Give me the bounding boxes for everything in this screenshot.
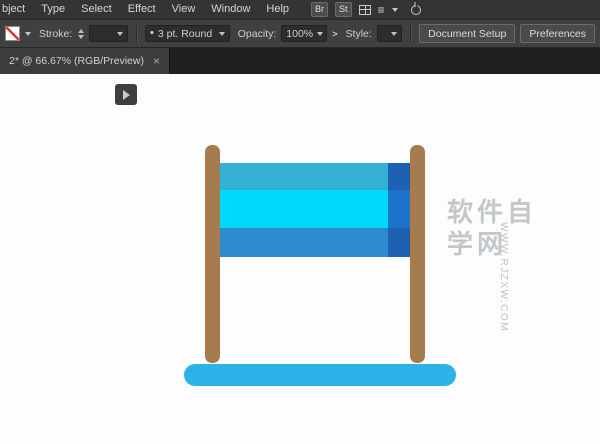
- menu-item-object[interactable]: bject: [0, 0, 33, 19]
- banner-band-top[interactable]: [220, 163, 410, 190]
- menu-item-view[interactable]: View: [164, 0, 204, 19]
- stroke-label: Stroke:: [39, 28, 72, 40]
- brush-definition-dropdown[interactable]: • 3 pt. Round: [145, 25, 230, 42]
- menu-item-help[interactable]: Help: [258, 0, 297, 19]
- banner-band-bottom[interactable]: [220, 228, 410, 257]
- shadow-band-top: [388, 163, 410, 190]
- document-tab-title: 2* @ 66.67% (RGB/Preview): [9, 55, 144, 67]
- document-setup-button[interactable]: Document Setup: [419, 24, 515, 43]
- flag-left-post[interactable]: [205, 145, 220, 363]
- stroke-weight-dropdown[interactable]: [89, 25, 128, 42]
- shadow-band-bottom: [388, 228, 410, 257]
- power-icon[interactable]: [411, 5, 421, 15]
- watermark-text: 软件自学网: [447, 196, 543, 260]
- arrow-up-icon: [78, 29, 84, 33]
- artboard-canvas[interactable]: 软件自学网 WWW.RJZXW.COM: [0, 74, 600, 444]
- divider: [410, 25, 411, 43]
- app-bar: Br St ≡: [311, 2, 421, 17]
- banner-band-middle[interactable]: [220, 190, 410, 228]
- opacity-panel-arrow-icon[interactable]: >: [332, 29, 337, 39]
- control-bar: Stroke: • 3 pt. Round Opacity: 100% > St…: [0, 19, 600, 48]
- chevron-down-icon: [391, 32, 397, 36]
- stroke-weight-stepper[interactable]: [78, 29, 84, 39]
- divider: [136, 25, 137, 43]
- menu-item-select[interactable]: Select: [73, 0, 120, 19]
- stock-button[interactable]: St: [335, 2, 352, 17]
- opacity-label: Opacity:: [238, 28, 277, 40]
- watermark: 软件自学网 WWW.RJZXW.COM: [447, 196, 557, 356]
- chevron-down-icon: [317, 32, 323, 36]
- flag-banner[interactable]: [220, 163, 410, 257]
- fill-none-swatch[interactable]: [5, 26, 20, 41]
- menu-item-effect[interactable]: Effect: [120, 0, 164, 19]
- canvas-corner-widget[interactable]: [115, 84, 137, 105]
- flag-right-post[interactable]: [410, 145, 425, 363]
- document-tab[interactable]: 2* @ 66.67% (RGB/Preview) ×: [0, 48, 170, 74]
- chevron-down-icon: [117, 32, 123, 36]
- preferences-button[interactable]: Preferences: [520, 24, 595, 43]
- shadow-band-middle: [388, 190, 410, 228]
- flag-base-bar[interactable]: [184, 364, 456, 386]
- style-label: Style:: [346, 28, 372, 40]
- illustrator-window: bject Type Select Effect View Window Hel…: [0, 0, 600, 444]
- workspace-switcher-icon[interactable]: ≡: [378, 4, 385, 16]
- document-tab-bar: 2* @ 66.67% (RGB/Preview) ×: [0, 48, 600, 74]
- brush-preview-icon: •: [150, 28, 154, 39]
- style-dropdown[interactable]: [377, 25, 402, 42]
- chevron-down-icon: [392, 8, 398, 12]
- menu-bar: bject Type Select Effect View Window Hel…: [0, 0, 600, 19]
- chevron-down-icon[interactable]: [25, 32, 31, 36]
- menu-item-type[interactable]: Type: [33, 0, 73, 19]
- arrow-down-icon: [78, 35, 84, 39]
- menu-item-window[interactable]: Window: [203, 0, 258, 19]
- close-icon[interactable]: ×: [153, 55, 160, 67]
- chevron-down-icon: [219, 32, 225, 36]
- arrange-documents-icon[interactable]: [359, 5, 371, 15]
- banner-shadow-strip[interactable]: [388, 163, 410, 257]
- brush-definition-value: 3 pt. Round: [158, 28, 212, 40]
- watermark-url: WWW.RJZXW.COM: [498, 222, 509, 332]
- bridge-button[interactable]: Br: [311, 2, 328, 17]
- triangle-icon: [123, 90, 130, 100]
- opacity-value: 100%: [286, 28, 313, 40]
- opacity-dropdown[interactable]: 100%: [281, 25, 327, 42]
